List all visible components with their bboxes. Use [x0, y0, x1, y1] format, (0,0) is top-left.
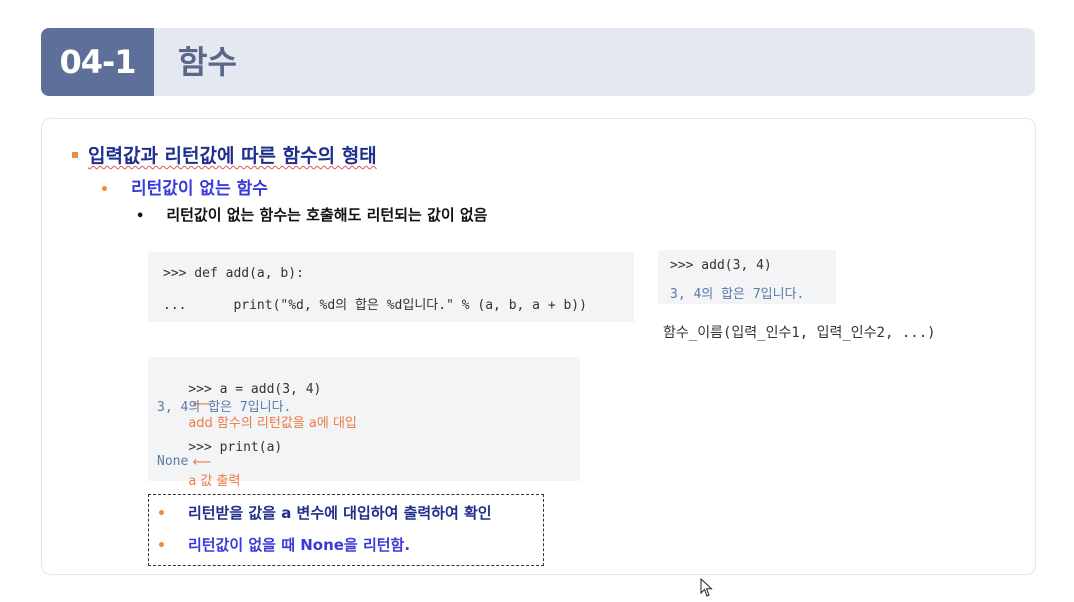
code-line: >>> a = add(3, 4) — [188, 382, 322, 397]
dot-bullet-icon: • — [100, 182, 109, 198]
bullet-level1-text: 입력값과 리턴값에 따른 함수의 형태 — [88, 145, 377, 167]
bullet-level3-text: 리턴값이 없는 함수는 호출해도 리턴되는 값이 없음 — [166, 206, 488, 224]
code-block-def: >>> def add(a, b): ... print("%d, %d의 합은… — [148, 252, 634, 322]
dot-bullet-icon: • — [136, 209, 145, 224]
note-box: • 리턴받을 값을 a 변수에 대입하여 출력하여 확인 • 리턴값이 없을 때 N… — [148, 494, 544, 566]
code-block-return: >>> a = add(3, 4) ⟵ add 함수의 리턴값을 a에 대입 3… — [148, 357, 580, 489]
bullet-level2: • 리턴값이 없는 함수 — [100, 174, 268, 199]
mouse-cursor-icon — [700, 577, 714, 602]
code-output: None — [157, 454, 189, 469]
section-number: 04-1 — [41, 28, 154, 96]
code-line: >>> print(a) — [188, 440, 283, 455]
code-block-call: >>> add(3, 4) 3, 4의 합은 7입니다. — [658, 250, 836, 304]
bullet-level1: 입력값과 리턴값에 따른 함수의 형태 — [72, 141, 377, 167]
dot-bullet-icon: • — [157, 506, 166, 522]
left-arrow-icon: ⟵ — [188, 455, 216, 470]
code-annotation: a 값 출력 — [188, 474, 241, 489]
square-bullet-icon — [72, 151, 78, 158]
code-output: 3, 4의 합은 7입니다. — [670, 287, 805, 302]
function-signature: 함수_이름(입력_인수1, 입력_인수2, ...) — [663, 325, 936, 341]
note-item: • 리턴받을 값을 a 변수에 대입하여 출력하여 확인 — [157, 502, 492, 523]
note-item-text: 리턴값이 없을 때 None을 리턴함. — [187, 536, 411, 554]
section-title: 함수 — [178, 43, 237, 81]
code-output: 3, 4의 합은 7입니다. — [157, 400, 292, 415]
bullet-level2-text: 리턴값이 없는 함수 — [130, 179, 268, 199]
section-header: 04-1 함수 — [41, 28, 1035, 96]
bullet-level3: • 리턴값이 없는 함수는 호출해도 리턴되는 값이 없음 — [136, 204, 487, 226]
note-item: • 리턴값이 없을 때 None을 리턴함. — [157, 534, 410, 555]
code-line: >>> add(3, 4) — [670, 258, 772, 273]
dot-bullet-icon: • — [157, 538, 166, 554]
note-item-text: 리턴받을 값을 a 변수에 대입하여 출력하여 확인 — [187, 504, 492, 522]
code-line: >>> def add(a, b): — [163, 266, 304, 281]
code-line: ... print("%d, %d의 합은 %d입니다." % (a, b, a… — [163, 298, 587, 313]
